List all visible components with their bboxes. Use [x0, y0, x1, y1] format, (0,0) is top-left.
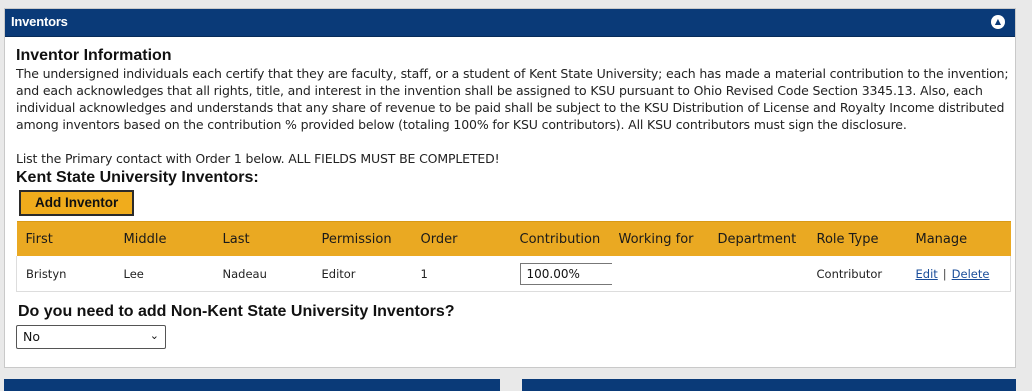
column-header-permission: Permission — [312, 221, 412, 256]
chevron-down-icon: ⌄ — [149, 329, 159, 342]
section-title-inventor-information: Inventor Information — [16, 47, 172, 64]
cell-order: 1 — [411, 256, 511, 292]
panel-header: Inventors ▲ — [5, 9, 1015, 37]
column-header-role-type: Role Type — [807, 221, 907, 256]
ksu-inventors-table: First Middle Last Permission Order Contr… — [16, 221, 1011, 292]
table-header-row: First Middle Last Permission Order Contr… — [16, 221, 1011, 256]
cell-first: Bristyn — [16, 256, 115, 292]
column-header-contribution: Contribution — [510, 221, 610, 256]
select-value: No — [23, 329, 40, 344]
add-inventor-button[interactable]: Add Inventor — [19, 190, 135, 216]
certification-paragraph: The undersigned individuals each certify… — [16, 66, 1009, 132]
column-header-first: First — [16, 221, 115, 256]
non-ksu-inventors-select[interactable]: No ⌄ — [16, 325, 166, 349]
column-header-department: Department — [708, 221, 808, 256]
cell-role-type: Contributor — [807, 256, 907, 292]
next-panel-header-left — [4, 379, 500, 391]
cell-manage: Edit | Delete — [906, 256, 1011, 292]
column-header-manage: Manage — [906, 221, 1011, 256]
instruction-text: List the Primary contact with Order 1 be… — [16, 151, 500, 166]
next-panel-header-right — [522, 379, 1016, 391]
cell-middle: Lee — [114, 256, 214, 292]
panel-title: Inventors — [11, 14, 68, 29]
cell-contribution — [510, 256, 612, 292]
contribution-input[interactable] — [519, 262, 612, 285]
inventors-panel: Inventors ▲ Inventor Information The und… — [4, 8, 1016, 368]
column-header-middle: Middle — [114, 221, 214, 256]
non-ksu-inventors-question: Do you need to add Non-Kent State Univer… — [18, 303, 455, 320]
cell-department — [708, 256, 808, 292]
manage-separator: | — [942, 266, 947, 281]
cell-last: Nadeau — [213, 256, 313, 292]
table-row: Bristyn Lee Nadeau Editor 1 Contributor … — [16, 256, 1011, 292]
cell-working-for — [609, 256, 709, 292]
edit-link[interactable]: Edit — [916, 267, 938, 281]
panel-content: Inventor Information The undersigned ind… — [16, 46, 1011, 349]
delete-link[interactable]: Delete — [952, 267, 990, 281]
column-header-last: Last — [213, 221, 313, 256]
section-title-ksu-inventors: Kent State University Inventors: — [16, 169, 259, 186]
chevron-double-up-icon[interactable]: ▲ — [991, 15, 1005, 29]
column-header-order: Order — [411, 221, 511, 256]
column-header-working-for: Working for — [609, 221, 709, 256]
cell-permission: Editor — [312, 256, 412, 292]
